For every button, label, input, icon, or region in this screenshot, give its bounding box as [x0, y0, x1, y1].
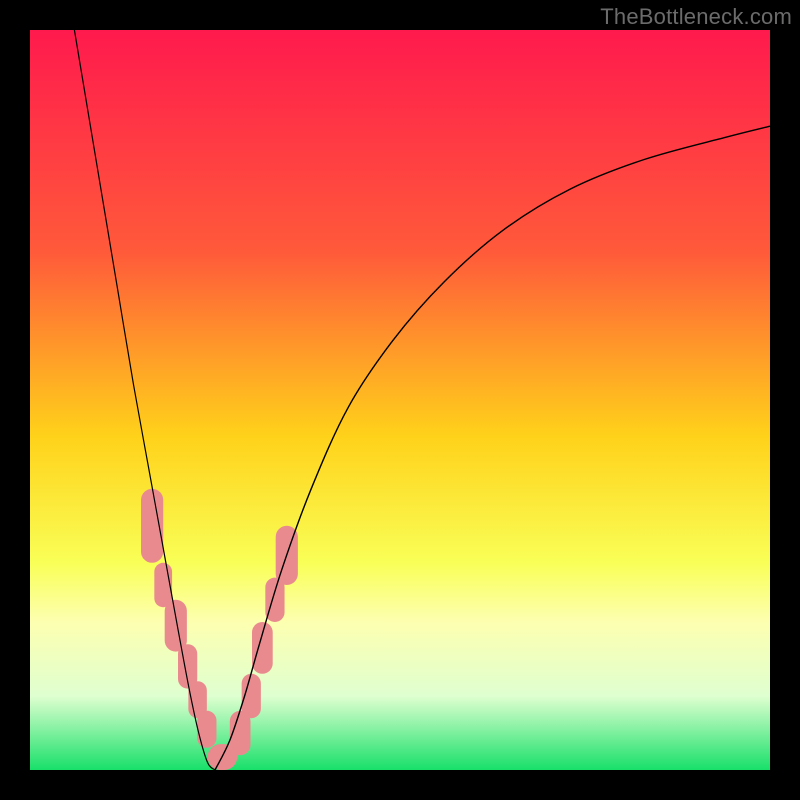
chart-frame: TheBottleneck.com [0, 0, 800, 800]
pink-marker [141, 489, 163, 563]
watermark-text: TheBottleneck.com [600, 4, 792, 30]
chart-svg [30, 30, 770, 770]
plot-area [30, 30, 770, 770]
pink-marker [252, 622, 273, 674]
pink-marker [197, 711, 216, 748]
pink-marker [165, 600, 187, 652]
gradient-background [30, 30, 770, 770]
